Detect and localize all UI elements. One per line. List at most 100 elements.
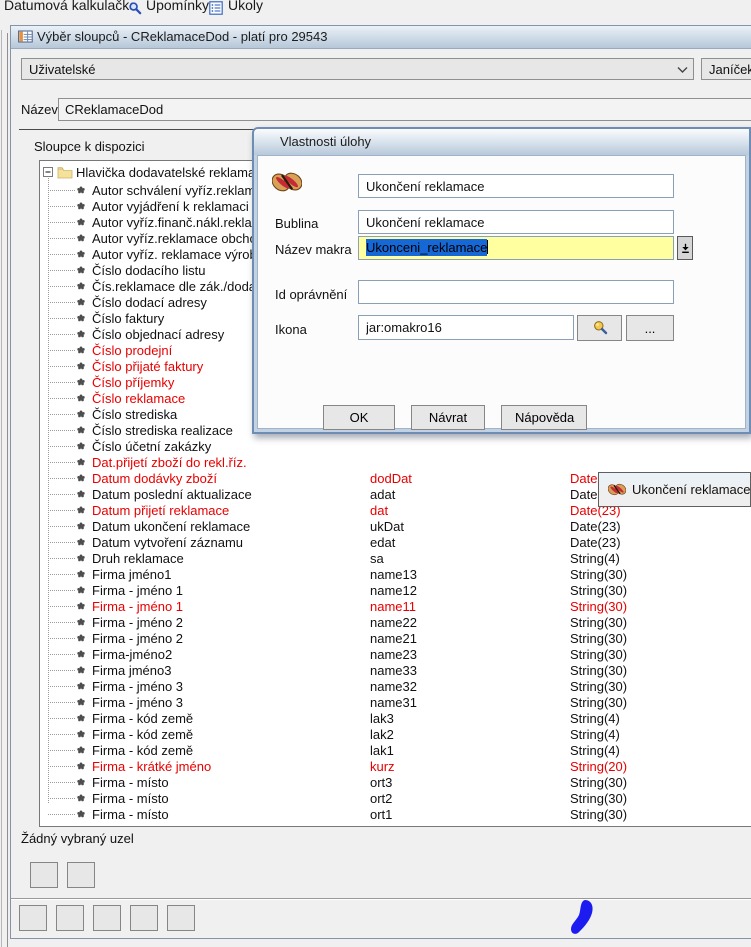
frame-edge-line: [7, 33, 8, 947]
button[interactable]: [93, 905, 121, 931]
magnifier-icon: [128, 1, 142, 15]
table-row[interactable]: Firma - krátké jméno kurz String(20): [40, 758, 751, 774]
menu-datumova-kalkulacka[interactable]: Datumová kalkulačka: [4, 0, 137, 13]
search-icon: [592, 319, 608, 335]
tree-branch-line: [48, 446, 75, 447]
button[interactable]: [67, 862, 95, 888]
button[interactable]: [19, 905, 47, 931]
id-opravneni-input[interactable]: [358, 280, 674, 304]
column-id: ort2: [370, 791, 392, 806]
tree-branch-line: [48, 270, 75, 271]
table-row[interactable]: Firma - jméno 1 name12 String(30): [40, 582, 751, 598]
column-label: Číslo přijaté faktury: [92, 359, 203, 374]
table-row[interactable]: Firma - jméno 2 name22 String(30): [40, 614, 751, 630]
column-id: name33: [370, 663, 417, 678]
table-row[interactable]: Číslo účetní zakázky: [40, 438, 751, 454]
table-row[interactable]: Firma - kód země lak1 String(4): [40, 742, 751, 758]
column-id: sa: [370, 551, 384, 566]
table-row[interactable]: Firma - kód země lak3 String(4): [40, 710, 751, 726]
table-row[interactable]: Firma - jméno 2 name21 String(30): [40, 630, 751, 646]
tree-branch-line: [48, 382, 75, 383]
column-label: Druh reklamace: [92, 551, 184, 566]
task-name-input[interactable]: [358, 174, 674, 198]
name-input[interactable]: [58, 98, 751, 121]
column-label: Datum ukončení reklamace: [92, 519, 250, 534]
tree-branch-line: [48, 654, 75, 655]
profile-combobox[interactable]: Uživatelské: [21, 58, 694, 80]
tree-branch-line: [48, 190, 75, 191]
table-row[interactable]: Firma jméno3 name33 String(30): [40, 662, 751, 678]
user-combobox[interactable]: Janíček Mi: [701, 58, 751, 80]
tree-branch-line: [48, 398, 75, 399]
bullet-icon: [77, 378, 85, 386]
table-row[interactable]: Dat.přijetí zboží do rekl.říz.: [40, 454, 751, 470]
navrat-button[interactable]: Návrat: [411, 405, 485, 430]
column-label: Datum vytvoření záznamu: [92, 535, 243, 550]
column-label: Firma - jméno 1: [92, 599, 183, 614]
tree-branch-line: [48, 734, 75, 735]
tree-branch-line: [48, 542, 75, 543]
column-type: String(4): [570, 727, 620, 742]
column-label: Firma - jméno 2: [92, 631, 183, 646]
bullet-icon: [77, 762, 85, 770]
ikona-input[interactable]: [358, 315, 574, 340]
tooltip-label: Ukončení reklamace: [632, 482, 751, 497]
bublina-input[interactable]: [358, 210, 674, 234]
table-row[interactable]: Druh reklamace sa String(4): [40, 550, 751, 566]
ikona-label: Ikona: [275, 322, 307, 337]
table-row[interactable]: Firma - jméno 1 name11 String(30): [40, 598, 751, 614]
bullet-icon: [77, 362, 85, 370]
table-row[interactable]: Firma - místo ort3 String(30): [40, 774, 751, 790]
napoveda-button[interactable]: Nápověda: [501, 405, 587, 430]
column-label: Číslo dodacího listu: [92, 263, 205, 278]
butterfly-icon: [272, 168, 302, 196]
table-row[interactable]: Datum vytvoření záznamu edat Date(23): [40, 534, 751, 550]
window-titlebar[interactable]: Výběr sloupců - CReklamaceDod - platí pr…: [11, 26, 751, 49]
tree-branch-line: [48, 414, 75, 415]
butterfly-icon: [608, 481, 626, 498]
ikona-search-button[interactable]: [577, 315, 622, 341]
makro-dropdown-button[interactable]: [677, 236, 693, 260]
column-label: Datum přijetí reklamace: [92, 503, 229, 518]
button[interactable]: [167, 905, 195, 931]
table-row[interactable]: Firma - místo ort1 String(30): [40, 806, 751, 822]
ok-button[interactable]: OK: [323, 405, 395, 430]
column-label: Autor vyjádření k reklamaci: [92, 199, 249, 214]
tree-branch-line: [48, 814, 75, 815]
tasks-list-icon: [209, 1, 223, 15]
table-row[interactable]: Firma - kód země lak2 String(4): [40, 726, 751, 742]
bullet-icon: [77, 426, 85, 434]
task-tooltip: Ukončení reklamace: [598, 472, 751, 507]
table-row[interactable]: Firma - jméno 3 name31 String(30): [40, 694, 751, 710]
menu-upominky[interactable]: Upomínky: [146, 0, 209, 13]
bullet-icon: [77, 586, 85, 594]
ikona-browse-button[interactable]: ...: [626, 315, 674, 341]
divider: [11, 898, 751, 900]
makro-label: Název makra: [275, 242, 352, 257]
column-id: name11: [370, 599, 416, 614]
frame-edge-line: [1, 30, 2, 947]
table-row[interactable]: Firma jméno1 name13 String(30): [40, 566, 751, 582]
column-label: Firma - kód země: [92, 743, 193, 758]
tree-branch-line: [48, 526, 75, 527]
table-row[interactable]: Firma-jméno2 name23 String(30): [40, 646, 751, 662]
makro-input[interactable]: Ukonceni_reklamace: [358, 236, 674, 260]
collapse-expander-icon[interactable]: [43, 167, 53, 177]
button[interactable]: [130, 905, 158, 931]
column-label: Firma - místo: [92, 775, 169, 790]
tree-branch-line: [48, 718, 75, 719]
column-type: String(30): [570, 695, 627, 710]
tree-branch-line: [48, 318, 75, 319]
table-row[interactable]: Firma - jméno 3 name32 String(30): [40, 678, 751, 694]
button[interactable]: [30, 862, 58, 888]
columns-window-icon: [18, 30, 33, 43]
dialog-titlebar[interactable]: Vlastnosti úlohy: [254, 129, 749, 155]
tree-branch-line: [48, 606, 75, 607]
tree-branch-line: [48, 782, 75, 783]
table-row[interactable]: Datum ukončení reklamace ukDat Date(23): [40, 518, 751, 534]
button[interactable]: [56, 905, 84, 931]
task-icon-slot: [272, 168, 302, 196]
column-type: Date(23): [570, 519, 621, 534]
table-row[interactable]: Firma - místo ort2 String(30): [40, 790, 751, 806]
menu-ukoly[interactable]: Úkoly: [228, 0, 263, 13]
